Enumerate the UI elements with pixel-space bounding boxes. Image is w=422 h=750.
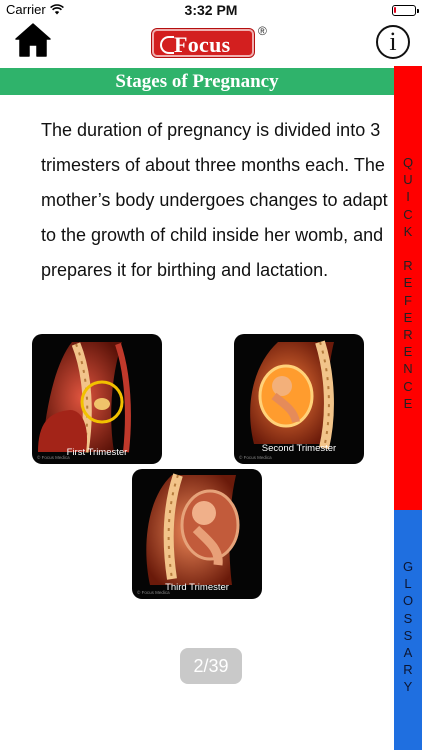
- title-bar: Stages of Pregnancy: [0, 68, 394, 95]
- battery-icon: [392, 5, 419, 16]
- logo-mark-icon: [160, 36, 174, 54]
- status-bar: Carrier 3:32 PM: [0, 0, 422, 20]
- image-credit: © Focus Medica: [239, 455, 272, 460]
- quick-reference-label: Q U I C K R E F E R E N C E: [402, 155, 414, 411]
- second-trimester-image[interactable]: © Focus Medica Second Trimester: [234, 334, 364, 464]
- info-button[interactable]: i: [376, 25, 410, 59]
- status-time: 3:32 PM: [184, 2, 238, 18]
- home-icon: [15, 23, 51, 57]
- second-trimester-caption: Second Trimester: [261, 443, 337, 454]
- glossary-label: G L O S S A R Y: [402, 559, 414, 695]
- registered-mark: ®: [258, 24, 267, 38]
- first-trimester-image[interactable]: © Focus Medica First Trimester: [32, 334, 162, 464]
- first-trimester-caption: First Trimester: [66, 447, 128, 458]
- home-button[interactable]: [14, 22, 52, 58]
- battery-level: [394, 7, 396, 13]
- third-trimester-illustration: [146, 473, 240, 585]
- logo-text: Focus: [174, 32, 231, 57]
- logo-badge: Focus: [152, 29, 254, 57]
- glossary-tab[interactable]: G L O S S A R Y: [394, 510, 422, 750]
- quick-reference-tab[interactable]: Q U I C K R E F E R E N C E: [394, 66, 422, 510]
- info-icon: i: [389, 27, 397, 56]
- first-trimester-illustration: [38, 342, 131, 453]
- page-indicator: 2/39: [180, 648, 242, 684]
- third-trimester-caption: Third Trimester: [165, 582, 229, 593]
- third-trimester-image[interactable]: © Focus Medica Third Trimester: [132, 469, 262, 599]
- page-title: Stages of Pregnancy: [115, 71, 279, 92]
- focus-logo: Focus ®: [152, 24, 270, 60]
- intro-paragraph: The duration of pregnancy is divided int…: [41, 120, 388, 280]
- page-number: 2/39: [193, 656, 229, 676]
